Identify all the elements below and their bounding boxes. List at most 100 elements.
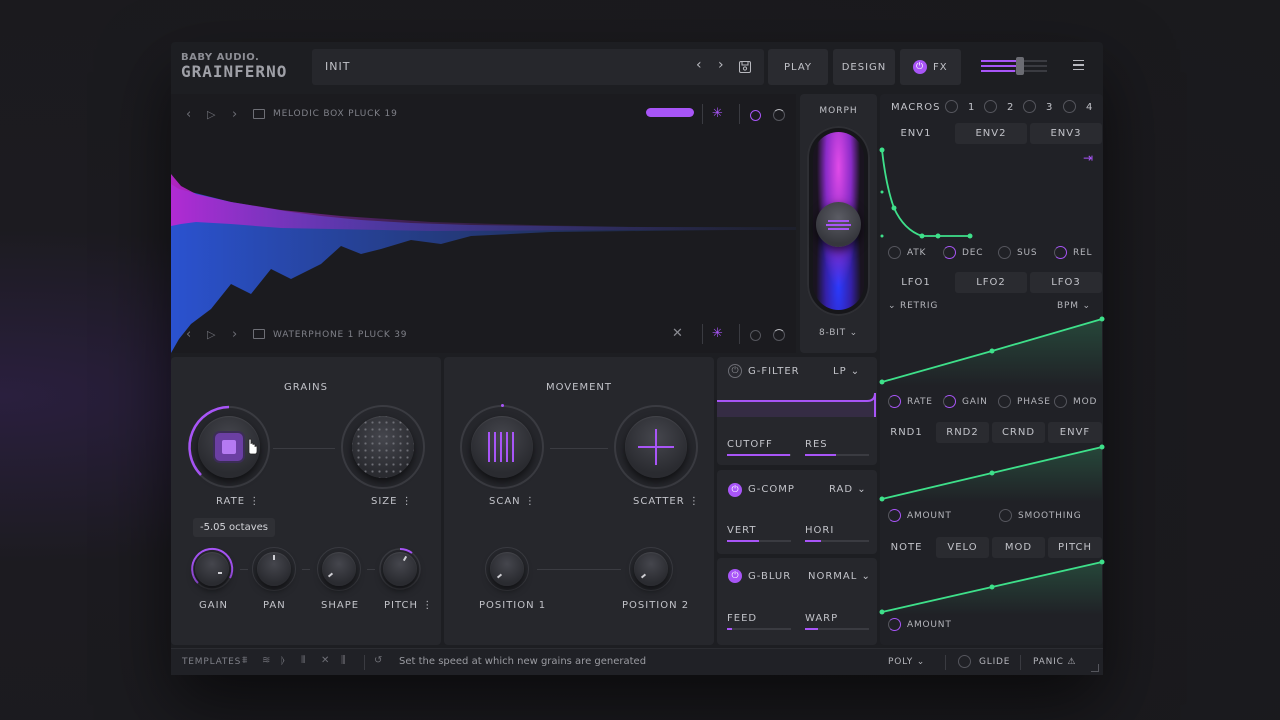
warp-slider[interactable] bbox=[805, 628, 869, 630]
resize-handle-icon[interactable] bbox=[1091, 664, 1099, 672]
lfo-rate-knob[interactable] bbox=[888, 395, 901, 408]
sample-b-folder-icon[interactable] bbox=[253, 329, 265, 339]
tab-rnd1[interactable]: RND1 bbox=[880, 422, 933, 443]
preset-next-icon[interactable]: › bbox=[718, 57, 724, 73]
scatter-knob[interactable] bbox=[625, 416, 687, 478]
macro-2-knob[interactable] bbox=[984, 100, 997, 113]
fx-power-icon[interactable]: ⏻ bbox=[913, 60, 927, 74]
g-comp-mode-dropdown[interactable]: RAD ⌄ bbox=[829, 484, 867, 495]
sample-b-play-icon[interactable]: ▷ bbox=[207, 328, 215, 341]
morph-pad[interactable] bbox=[807, 126, 870, 316]
tab-lfo2[interactable]: LFO2 bbox=[955, 272, 1027, 293]
preset-prev-icon[interactable]: ‹ bbox=[696, 57, 702, 73]
menu-icon[interactable] bbox=[1073, 60, 1084, 70]
sample-a-loading-icon[interactable] bbox=[773, 109, 785, 121]
history-icon[interactable]: ↺ bbox=[374, 655, 382, 666]
tab-env2[interactable]: ENV2 bbox=[955, 123, 1027, 144]
gain-knob[interactable] bbox=[195, 552, 229, 586]
tab-lfo1[interactable]: LFO1 bbox=[880, 272, 952, 293]
atk-knob[interactable] bbox=[888, 246, 901, 259]
tab-note[interactable]: NOTE bbox=[880, 537, 933, 558]
rel-knob[interactable] bbox=[1054, 246, 1067, 259]
sample-b-name[interactable]: WATERPHONE 1 PLUCK 39 bbox=[273, 330, 407, 340]
g-comp-power-icon[interactable]: ⏻ bbox=[728, 483, 742, 497]
rnd-graph[interactable] bbox=[879, 444, 1105, 502]
templates-label[interactable]: TEMPLATES bbox=[182, 657, 241, 667]
preset-bar[interactable]: INIT ‹ › bbox=[312, 49, 764, 85]
note-graph[interactable] bbox=[879, 559, 1105, 615]
note-amount-knob[interactable] bbox=[888, 618, 901, 631]
position-2-knob[interactable] bbox=[634, 552, 668, 586]
fx-tab[interactable]: ⏻ FX bbox=[900, 49, 961, 85]
envelope-graph[interactable] bbox=[879, 146, 1103, 240]
tab-env1[interactable]: ENV1 bbox=[880, 123, 952, 144]
sample-a-play-icon[interactable]: ▷ bbox=[207, 108, 215, 121]
sus-knob[interactable] bbox=[998, 246, 1011, 259]
sample-a-reverse-icon[interactable] bbox=[750, 110, 761, 121]
position-1-knob[interactable] bbox=[490, 552, 524, 586]
lfo-graph[interactable] bbox=[879, 316, 1105, 386]
retrig-toggle[interactable]: ⌄ RETRIG bbox=[888, 301, 938, 311]
macro-1-knob[interactable] bbox=[945, 100, 958, 113]
tab-envf[interactable]: ENVF bbox=[1048, 422, 1102, 443]
g-filter-power-icon[interactable]: ⏻ bbox=[728, 364, 742, 378]
sample-a-next-icon[interactable]: › bbox=[232, 107, 237, 122]
lfo-gain-knob[interactable] bbox=[943, 395, 956, 408]
template-6-icon[interactable]: ⫼ bbox=[341, 655, 346, 666]
feed-slider[interactable] bbox=[727, 628, 791, 630]
cutoff-slider[interactable] bbox=[727, 454, 791, 456]
sample-a-level-meter[interactable] bbox=[646, 108, 694, 117]
save-icon[interactable] bbox=[739, 61, 751, 73]
tab-env3[interactable]: ENV3 bbox=[1030, 123, 1102, 144]
pitch-knob[interactable] bbox=[383, 552, 417, 586]
tab-velo[interactable]: VELO bbox=[936, 537, 989, 558]
sample-b-close-icon[interactable]: ✕ bbox=[672, 326, 683, 341]
sample-a-name[interactable]: MELODIC BOX PLUCK 19 bbox=[273, 109, 398, 119]
hori-slider[interactable] bbox=[805, 540, 869, 542]
lfo-mod-knob[interactable] bbox=[1054, 395, 1067, 408]
morph-handle[interactable] bbox=[816, 202, 861, 247]
pan-knob[interactable] bbox=[257, 552, 291, 586]
macro-4-knob[interactable] bbox=[1063, 100, 1076, 113]
sample-b-loading-icon[interactable] bbox=[773, 329, 785, 341]
template-1-icon[interactable]: ⩩ bbox=[242, 655, 247, 666]
tab-crnd[interactable]: CRND bbox=[992, 422, 1045, 443]
tab-rnd2[interactable]: RND2 bbox=[936, 422, 989, 443]
volume-handle[interactable] bbox=[1016, 57, 1024, 75]
res-slider[interactable] bbox=[805, 454, 869, 456]
voice-mode-dropdown[interactable]: POLY ⌄ bbox=[888, 657, 925, 667]
g-blur-mode-dropdown[interactable]: NORMAL ⌄ bbox=[808, 571, 871, 582]
template-3-icon[interactable]: ⦊ bbox=[281, 655, 285, 666]
sample-b-reverse-icon[interactable] bbox=[750, 330, 761, 341]
design-tab[interactable]: DESIGN bbox=[833, 49, 895, 85]
lfo-sync-dropdown[interactable]: BPM ⌄ bbox=[1057, 301, 1091, 311]
lfo-phase-knob[interactable] bbox=[998, 395, 1011, 408]
vert-slider[interactable] bbox=[727, 540, 791, 542]
g-filter-mode-dropdown[interactable]: LP ⌄ bbox=[833, 366, 860, 377]
sample-b-freeze-icon[interactable]: ✳ bbox=[712, 326, 723, 341]
sample-a-prev-icon[interactable]: ‹ bbox=[186, 107, 191, 122]
filter-curve[interactable] bbox=[717, 389, 877, 417]
env-expand-icon[interactable]: ⇥ bbox=[1083, 151, 1093, 165]
shape-knob[interactable] bbox=[322, 552, 356, 586]
template-2-icon[interactable]: ≋ bbox=[262, 655, 270, 666]
template-5-icon[interactable]: ✕ bbox=[321, 655, 329, 666]
dec-knob[interactable] bbox=[943, 246, 956, 259]
output-volume-slider[interactable] bbox=[981, 57, 1049, 77]
size-knob[interactable] bbox=[352, 416, 414, 478]
sample-b-next-icon[interactable]: › bbox=[232, 327, 237, 342]
g-blur-power-icon[interactable]: ⏻ bbox=[728, 569, 742, 583]
glide-knob[interactable] bbox=[958, 655, 971, 668]
tab-pitch[interactable]: PITCH bbox=[1048, 537, 1102, 558]
template-4-icon[interactable]: ⦀ bbox=[301, 655, 305, 666]
sample-a-freeze-icon[interactable]: ✳ bbox=[712, 106, 723, 121]
smoothing-knob[interactable] bbox=[999, 509, 1012, 522]
macro-3-knob[interactable] bbox=[1023, 100, 1036, 113]
panic-button[interactable]: PANIC ⚠ bbox=[1033, 657, 1076, 667]
play-tab[interactable]: PLAY bbox=[768, 49, 828, 85]
sample-area[interactable]: ‹ ▷ › MELODIC BOX PLUCK 19 ✳ ‹ ▷ › WATER… bbox=[171, 94, 796, 353]
rnd-amount-knob[interactable] bbox=[888, 509, 901, 522]
tab-lfo3[interactable]: LFO3 bbox=[1030, 272, 1102, 293]
sample-b-prev-icon[interactable]: ‹ bbox=[186, 327, 191, 342]
sample-a-folder-icon[interactable] bbox=[253, 109, 265, 119]
